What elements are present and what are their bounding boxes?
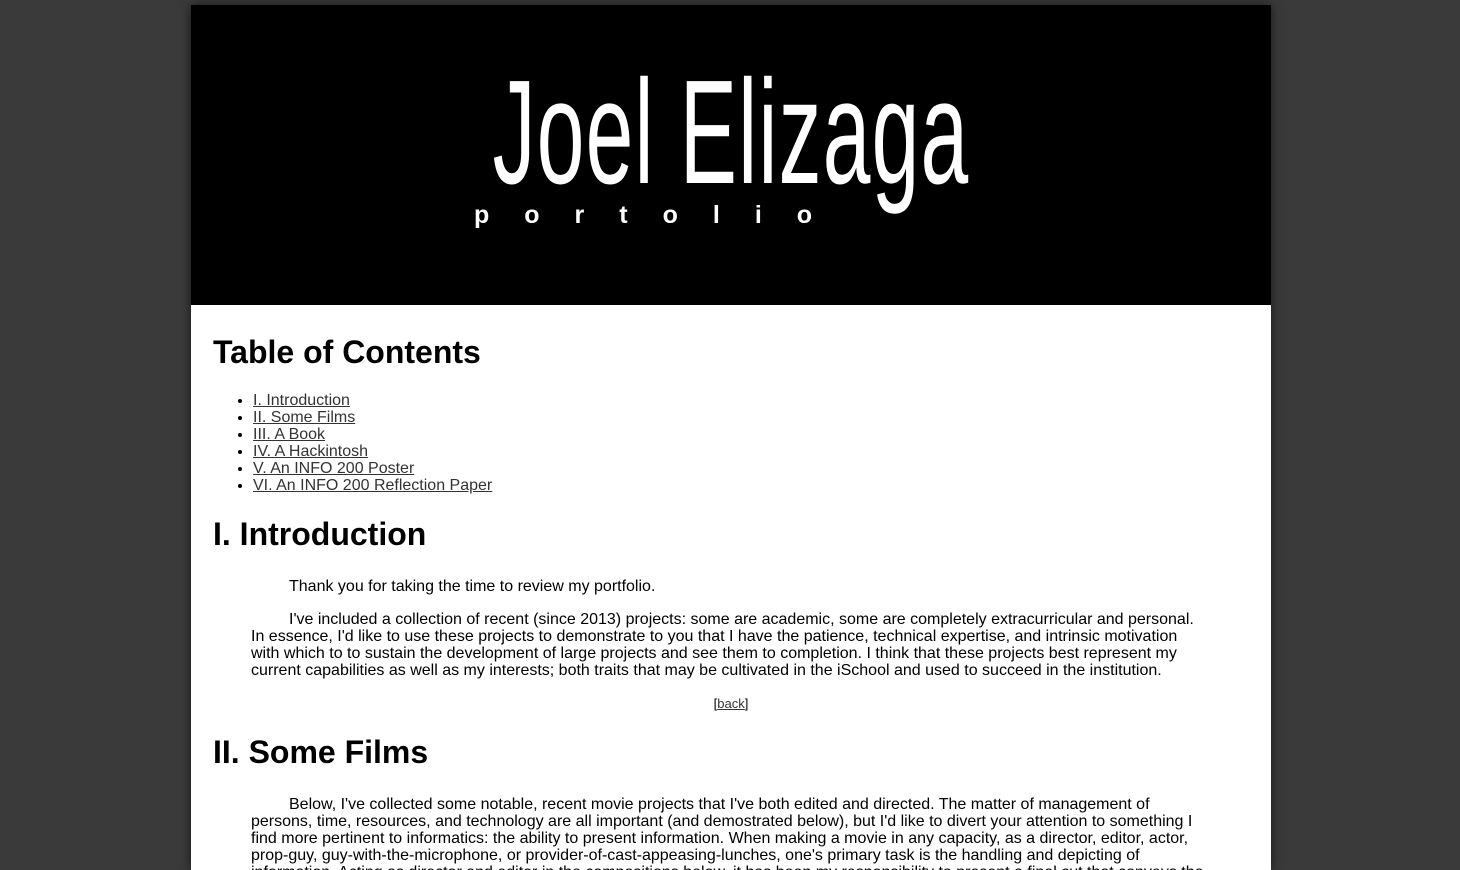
toc-item: V. An INFO 200 Poster <box>253 460 1249 477</box>
toc-link-hackintosh[interactable]: IV. A Hackintosh <box>253 443 368 460</box>
toc-link-introduction[interactable]: I. Introduction <box>253 392 350 409</box>
toc-heading: Table of Contents <box>213 334 481 370</box>
films-heading: II. Some Films <box>213 734 429 770</box>
site-logo-subtitle: portolio <box>474 201 848 229</box>
bracket-close: ] <box>744 696 749 711</box>
toc-link-reflection-paper[interactable]: VI. An INFO 200 Reflection Paper <box>253 477 492 494</box>
toc-link-book[interactable]: III. A Book <box>253 426 325 443</box>
main-content: Table of Contents I. Introduction II. So… <box>191 334 1271 870</box>
intro-heading: I. Introduction <box>213 516 427 552</box>
header-banner: Joel Elizaga portolio <box>191 5 1271 305</box>
intro-paragraph: Thank you for taking the time to review … <box>289 578 656 595</box>
toc-item: VI. An INFO 200 Reflection Paper <box>253 477 1249 494</box>
toc-list: I. Introduction II. Some Films III. A Bo… <box>213 392 1249 494</box>
intro-paragraph: I've included a collection of recent (si… <box>251 611 1194 679</box>
toc-item: III. A Book <box>253 426 1249 443</box>
back-link[interactable]: back <box>717 696 744 711</box>
site-logo-name: Joel Elizaga <box>492 50 970 215</box>
page: Joel Elizaga portolio Table of Contents … <box>191 5 1271 870</box>
toc-link-films[interactable]: II. Some Films <box>253 409 355 426</box>
back-link-container: [back] <box>213 695 1249 712</box>
toc-item: II. Some Films <box>253 409 1249 426</box>
toc-link-poster[interactable]: V. An INFO 200 Poster <box>253 460 414 477</box>
toc-item: IV. A Hackintosh <box>253 443 1249 460</box>
films-paragraph: Below, I've collected some notable, rece… <box>251 796 1204 870</box>
toc-item: I. Introduction <box>253 392 1249 409</box>
